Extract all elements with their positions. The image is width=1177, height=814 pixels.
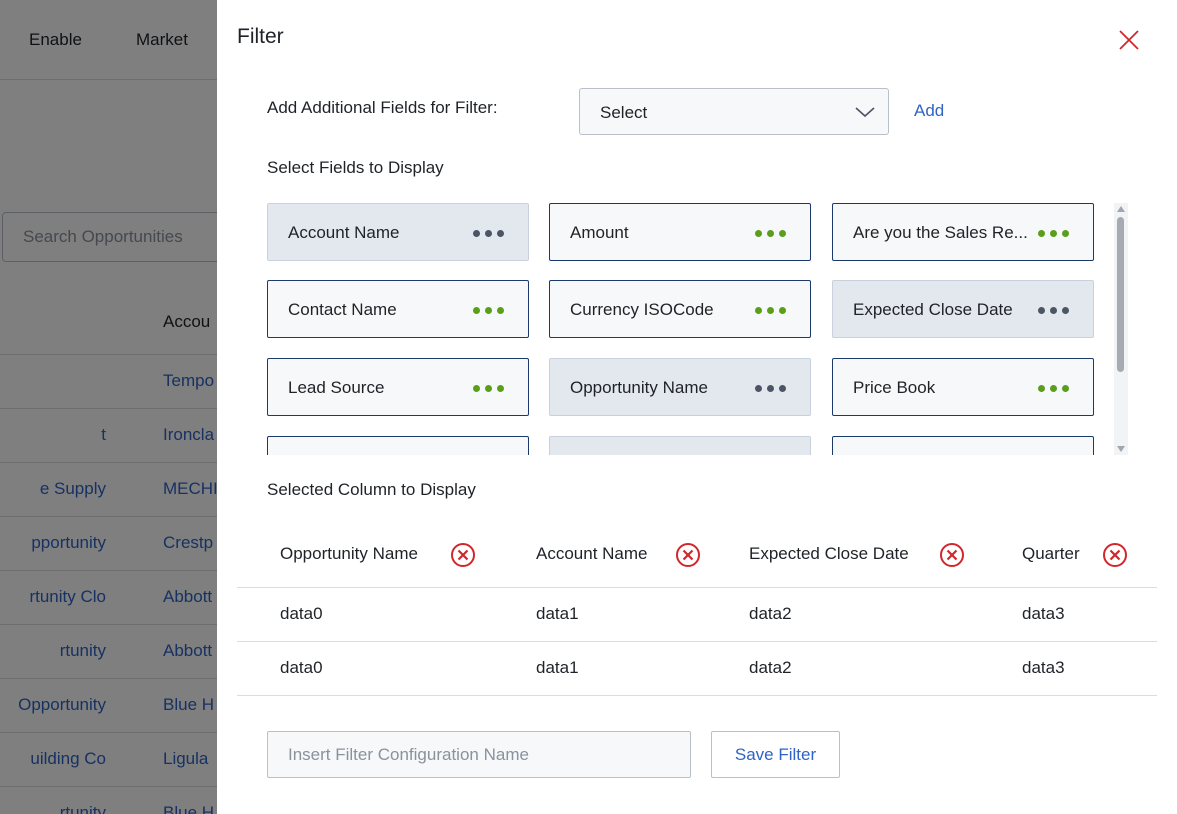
fields-grid: Account Name Amount Are you the Sales Re… [267,203,1107,455]
field-card-currency-isocode[interactable]: Currency ISOCode [549,280,811,338]
remove-column-icon[interactable] [939,542,965,568]
field-card-label: Expected Close Date [853,300,1013,319]
table-cell: data1 [536,604,579,623]
filter-drawer: Filter Add Additional Fields for Filter:… [217,0,1177,814]
column-header: Expected Close Date [749,544,909,563]
remove-column-icon[interactable] [450,542,476,568]
field-card-label: Price Book [853,378,936,397]
table-cell: data1 [536,658,579,677]
field-card-amount[interactable]: Amount [549,203,811,261]
field-card-label: Opportunity Name [570,378,708,397]
filter-config-name-input[interactable] [267,731,691,778]
remove-column-icon[interactable] [1102,542,1128,568]
column-header: Opportunity Name [280,544,418,563]
field-card-label: Contact Name [288,300,397,319]
chevron-down-icon [855,107,875,118]
fields-scrollbar[interactable] [1114,203,1128,455]
field-card-expected-close-date[interactable]: Expected Close Date [832,280,1094,338]
table-divider [237,695,1157,696]
field-card-label: Account Name [288,223,400,242]
additional-field-select[interactable]: Select [579,88,889,135]
column-header: Account Name [536,544,648,563]
field-card-label: Amount [570,223,629,242]
more-options-icon[interactable] [473,230,504,237]
save-filter-button[interactable]: Save Filter [711,731,840,778]
remove-column-icon[interactable] [675,542,701,568]
selected-columns-label: Selected Column to Display [267,480,476,499]
field-card[interactable] [549,436,811,455]
close-icon[interactable] [1116,27,1142,53]
add-fields-label: Add Additional Fields for Filter: [267,98,498,117]
more-options-icon[interactable] [473,385,504,392]
table-cell: data0 [280,658,323,677]
more-options-icon[interactable] [1038,230,1069,237]
select-value: Select [600,103,648,122]
scrollbar-thumb[interactable] [1117,217,1124,372]
more-options-icon[interactable] [1038,385,1069,392]
table-cell: data0 [280,604,323,623]
field-card[interactable] [832,436,1094,455]
field-card-opportunity-name[interactable]: Opportunity Name [549,358,811,416]
scroll-up-arrow-icon[interactable] [1117,206,1125,212]
field-card-account-name[interactable]: Account Name [267,203,529,261]
table-cell: data2 [749,658,792,677]
field-card-lead-source[interactable]: Lead Source [267,358,529,416]
field-card-label: Currency ISOCode [570,300,714,319]
table-divider [237,641,1157,642]
table-divider [237,587,1157,588]
drawer-title: Filter [237,25,284,48]
table-cell: data3 [1022,604,1065,623]
field-card-contact-name[interactable]: Contact Name [267,280,529,338]
field-card-label: Are you the Sales Re... [853,223,1028,242]
field-card-price-book[interactable]: Price Book [832,358,1094,416]
add-field-button[interactable]: Add [914,101,944,121]
scroll-down-arrow-icon[interactable] [1117,446,1125,452]
more-options-icon[interactable] [755,230,786,237]
select-fields-label: Select Fields to Display [267,158,444,177]
field-card[interactable] [267,436,529,455]
more-options-icon[interactable] [755,307,786,314]
field-card-label: Lead Source [288,378,385,397]
table-cell: data3 [1022,658,1065,677]
more-options-icon[interactable] [1038,307,1069,314]
table-cell: data2 [749,604,792,623]
more-options-icon[interactable] [755,385,786,392]
field-card-sales-rep[interactable]: Are you the Sales Re... [832,203,1094,261]
more-options-icon[interactable] [473,307,504,314]
column-header: Quarter [1022,544,1080,563]
